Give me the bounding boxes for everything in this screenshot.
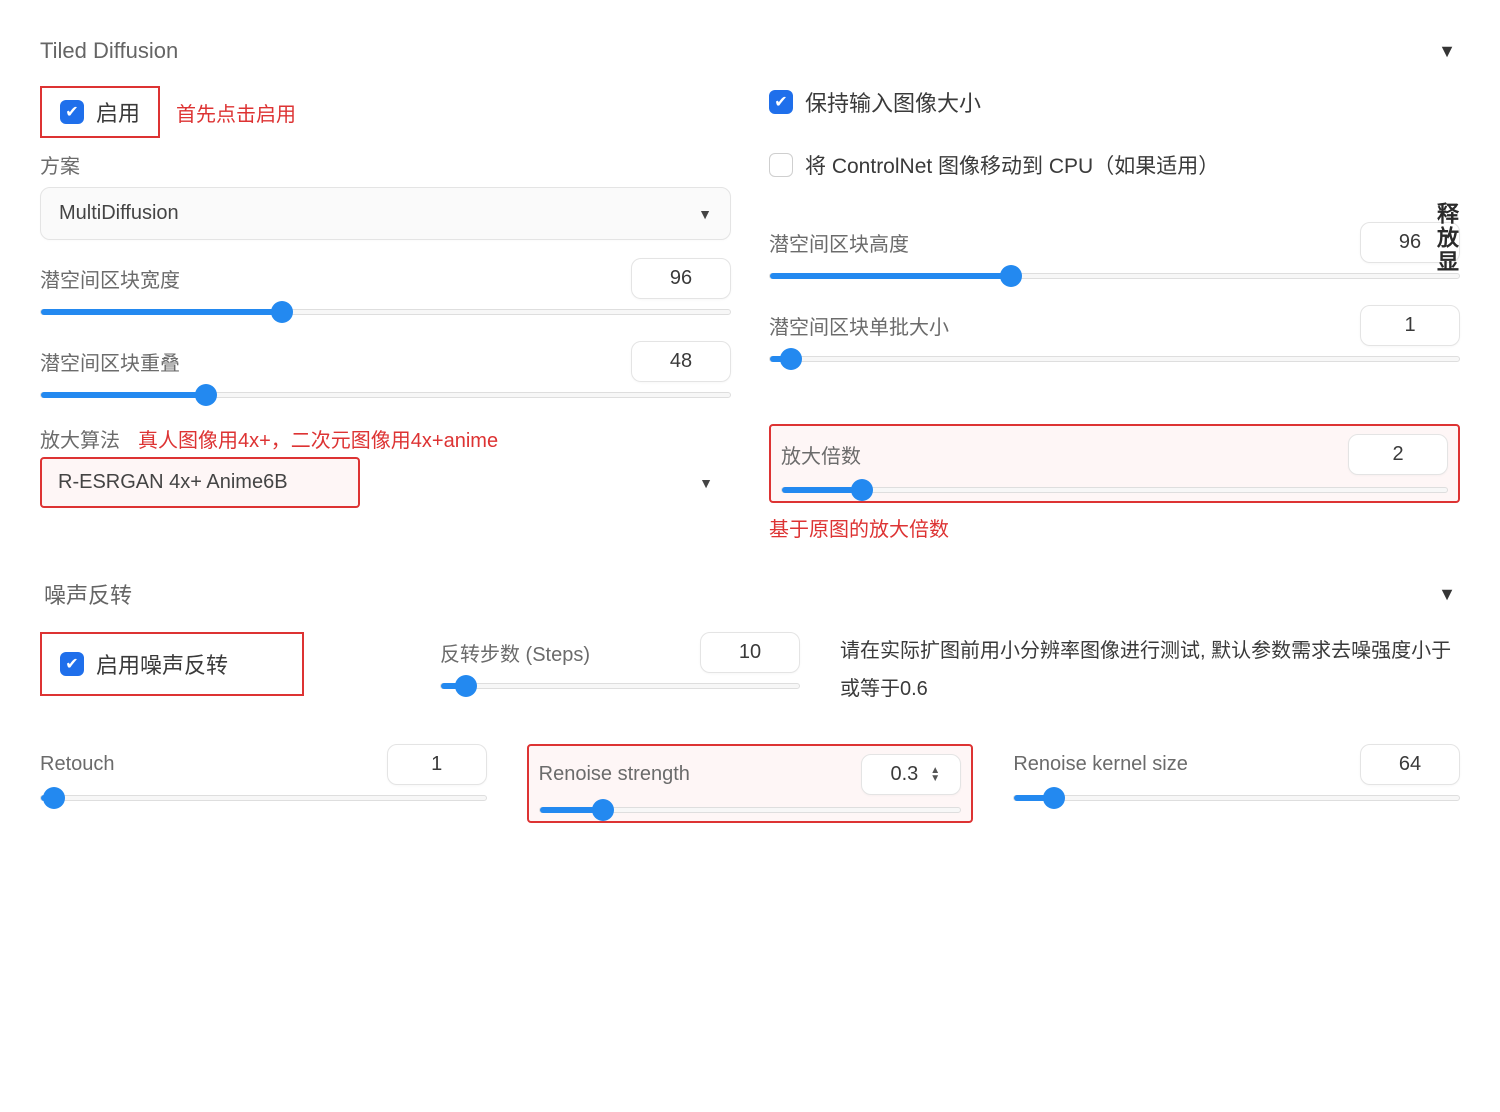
inversion-steps-slider[interactable]	[440, 683, 800, 689]
tile-width-slider[interactable]	[40, 309, 731, 315]
renoise-strength-value: 0.3	[890, 763, 918, 786]
collapse-icon[interactable]: ▼	[1438, 41, 1456, 62]
tile-width-value[interactable]: 96	[631, 258, 731, 299]
tile-height-slider[interactable]	[769, 273, 1460, 279]
renoise-strength-value-input[interactable]: 0.3 ▲▼	[861, 754, 961, 795]
move-controlnet-cpu-checkbox[interactable]	[769, 153, 793, 177]
tile-batch-slider[interactable]	[769, 356, 1460, 362]
renoise-strength-label: Renoise strength	[539, 763, 690, 786]
noise-inversion-help-text: 请在实际扩图前用小分辨率图像进行测试, 默认参数需求去噪强度小于或等于0.6	[840, 632, 1460, 708]
enable-noise-inversion-checkbox[interactable]: ✔	[60, 652, 84, 676]
renoise-kernel-label: Renoise kernel size	[1013, 753, 1188, 776]
chevron-down-icon: ▼	[699, 475, 713, 491]
keep-input-size-label: 保持输入图像大小	[805, 86, 981, 118]
scheme-value: MultiDiffusion	[59, 202, 179, 225]
tile-overlap-label: 潜空间区块重叠	[40, 347, 180, 376]
upscale-factor-value[interactable]: 2	[1348, 434, 1448, 475]
upscale-factor-slider[interactable]	[781, 487, 1448, 493]
upscale-factor-label: 放大倍数	[781, 440, 861, 469]
scheme-dropdown[interactable]: MultiDiffusion ▼	[40, 187, 731, 240]
stepper-arrows-icon[interactable]: ▲▼	[930, 767, 940, 783]
enable-annotation: 首先点击启用	[176, 98, 296, 127]
upscale-algo-label: 放大算法	[40, 424, 120, 453]
renoise-kernel-value[interactable]: 64	[1360, 744, 1460, 785]
tile-overlap-value[interactable]: 48	[631, 341, 731, 382]
tile-batch-value[interactable]: 1	[1360, 305, 1460, 346]
scheme-label: 方案	[40, 150, 731, 179]
renoise-kernel-slider[interactable]	[1013, 795, 1460, 801]
tile-batch-label: 潜空间区块单批大小	[769, 311, 949, 340]
move-controlnet-cpu-label: 将 ControlNet 图像移动到 CPU（如果适用）	[805, 150, 1219, 180]
tile-width-label: 潜空间区块宽度	[40, 264, 180, 293]
section-title-tiled-diffusion: Tiled Diffusion	[40, 38, 178, 64]
retouch-value[interactable]: 1	[387, 744, 487, 785]
tile-height-label: 潜空间区块高度	[769, 228, 909, 257]
tile-overlap-slider[interactable]	[40, 392, 731, 398]
chevron-down-icon: ▼	[698, 206, 712, 222]
upscale-factor-annotation: 基于原图的放大倍数	[769, 513, 1460, 542]
inversion-steps-label: 反转步数 (Steps)	[440, 638, 590, 667]
retouch-label: Retouch	[40, 753, 115, 776]
free-vram-button[interactable]: 释放显	[1430, 202, 1462, 274]
renoise-strength-slider[interactable]	[539, 807, 962, 813]
upscale-algo-dropdown[interactable]: R-ESRGAN 4x+ Anime6B ▼	[40, 457, 731, 508]
collapse-icon[interactable]: ▼	[1438, 584, 1456, 605]
inversion-steps-value[interactable]: 10	[700, 632, 800, 673]
section-title-noise-inversion: 噪声反转	[44, 578, 132, 610]
keep-input-size-checkbox[interactable]: ✔	[769, 90, 793, 114]
upscale-algo-value: R-ESRGAN 4x+ Anime6B	[58, 471, 288, 494]
enable-checkbox[interactable]: ✔	[60, 100, 84, 124]
enable-noise-inversion-label: 启用噪声反转	[96, 648, 228, 680]
upscale-algo-annotation: 真人图像用4x+，二次元图像用4x+anime	[138, 424, 498, 453]
enable-label: 启用	[96, 96, 140, 128]
retouch-slider[interactable]	[40, 795, 487, 801]
